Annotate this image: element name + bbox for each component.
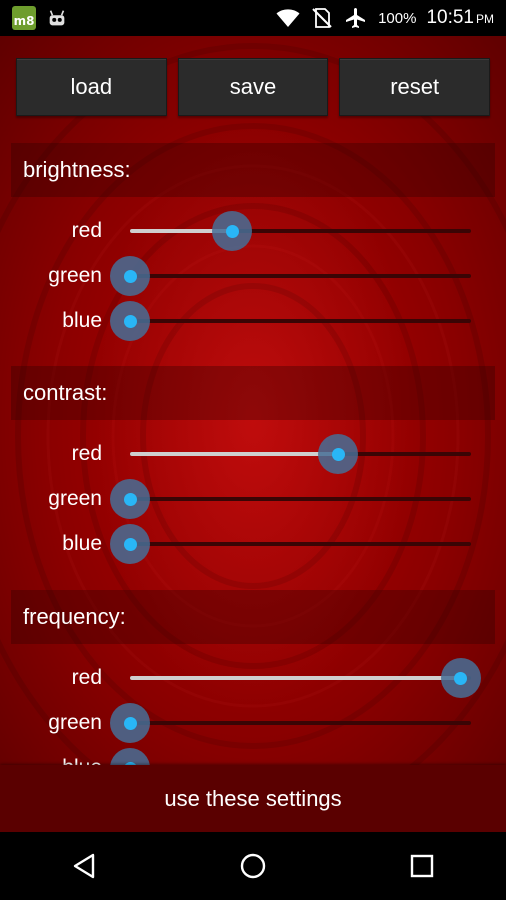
wifi-icon <box>276 9 300 27</box>
slider-label: green <box>48 711 102 734</box>
slider-thumb[interactable] <box>212 211 253 251</box>
slider-thumb[interactable] <box>110 524 150 564</box>
frequency-green-slider[interactable] <box>110 703 471 743</box>
contrast-blue-slider[interactable] <box>110 524 471 564</box>
reset-button[interactable]: reset <box>339 58 491 116</box>
frequency-green-row: green <box>0 701 506 745</box>
frequency-header: frequency: <box>11 590 495 644</box>
top-button-row: load save reset <box>16 58 491 116</box>
settings-panel: load save reset brightness: red green bl… <box>0 36 506 832</box>
brightness-blue-slider[interactable] <box>110 301 471 341</box>
brightness-header: brightness: <box>11 143 495 197</box>
battery-percent: 100% <box>378 9 417 27</box>
slider-thumb[interactable] <box>110 256 150 296</box>
frequency-red-row: red <box>0 656 506 700</box>
save-button[interactable]: save <box>177 58 329 116</box>
no-sim-icon <box>312 8 332 28</box>
slider-label: blue <box>62 532 102 555</box>
contrast-green-slider[interactable] <box>110 479 471 519</box>
back-button[interactable] <box>64 846 104 886</box>
load-button[interactable]: load <box>16 58 167 116</box>
brightness-blue-row: blue <box>0 299 506 343</box>
contrast-header: contrast: <box>11 366 495 420</box>
frequency-red-slider[interactable] <box>130 658 481 698</box>
slider-label: green <box>48 487 102 510</box>
airplane-mode-icon <box>346 8 366 28</box>
use-settings-button[interactable]: use these settings <box>0 765 506 832</box>
slider-label: red <box>71 219 102 242</box>
slider-label: blue <box>62 309 102 332</box>
slider-thumb[interactable] <box>318 434 358 474</box>
m8-app-icon: m8 <box>12 6 36 30</box>
contrast-red-row: red <box>0 432 506 476</box>
recents-button[interactable] <box>402 846 442 886</box>
slider-label: red <box>71 666 102 689</box>
status-bar: m8 100% 10:51 PM <box>0 0 506 36</box>
contrast-red-slider[interactable] <box>130 434 471 474</box>
brightness-green-row: green <box>0 254 506 298</box>
slider-thumb[interactable] <box>110 703 150 743</box>
home-button[interactable] <box>233 846 273 886</box>
back-icon <box>74 853 95 879</box>
clock: 10:51 PM <box>426 7 494 28</box>
slider-label: green <box>48 264 102 287</box>
brightness-green-slider[interactable] <box>110 256 471 296</box>
android-robot-icon <box>49 10 65 26</box>
slider-label: red <box>71 442 102 465</box>
navigation-bar <box>0 832 506 900</box>
slider-thumb[interactable] <box>110 479 150 519</box>
brightness-red-row: red <box>0 209 506 253</box>
slider-thumb[interactable] <box>110 301 150 341</box>
brightness-red-slider[interactable] <box>130 211 471 251</box>
recents-icon <box>410 854 433 878</box>
slider-thumb[interactable] <box>440 658 481 698</box>
contrast-green-row: green <box>0 477 506 521</box>
contrast-blue-row: blue <box>0 522 506 566</box>
home-icon <box>240 853 266 879</box>
